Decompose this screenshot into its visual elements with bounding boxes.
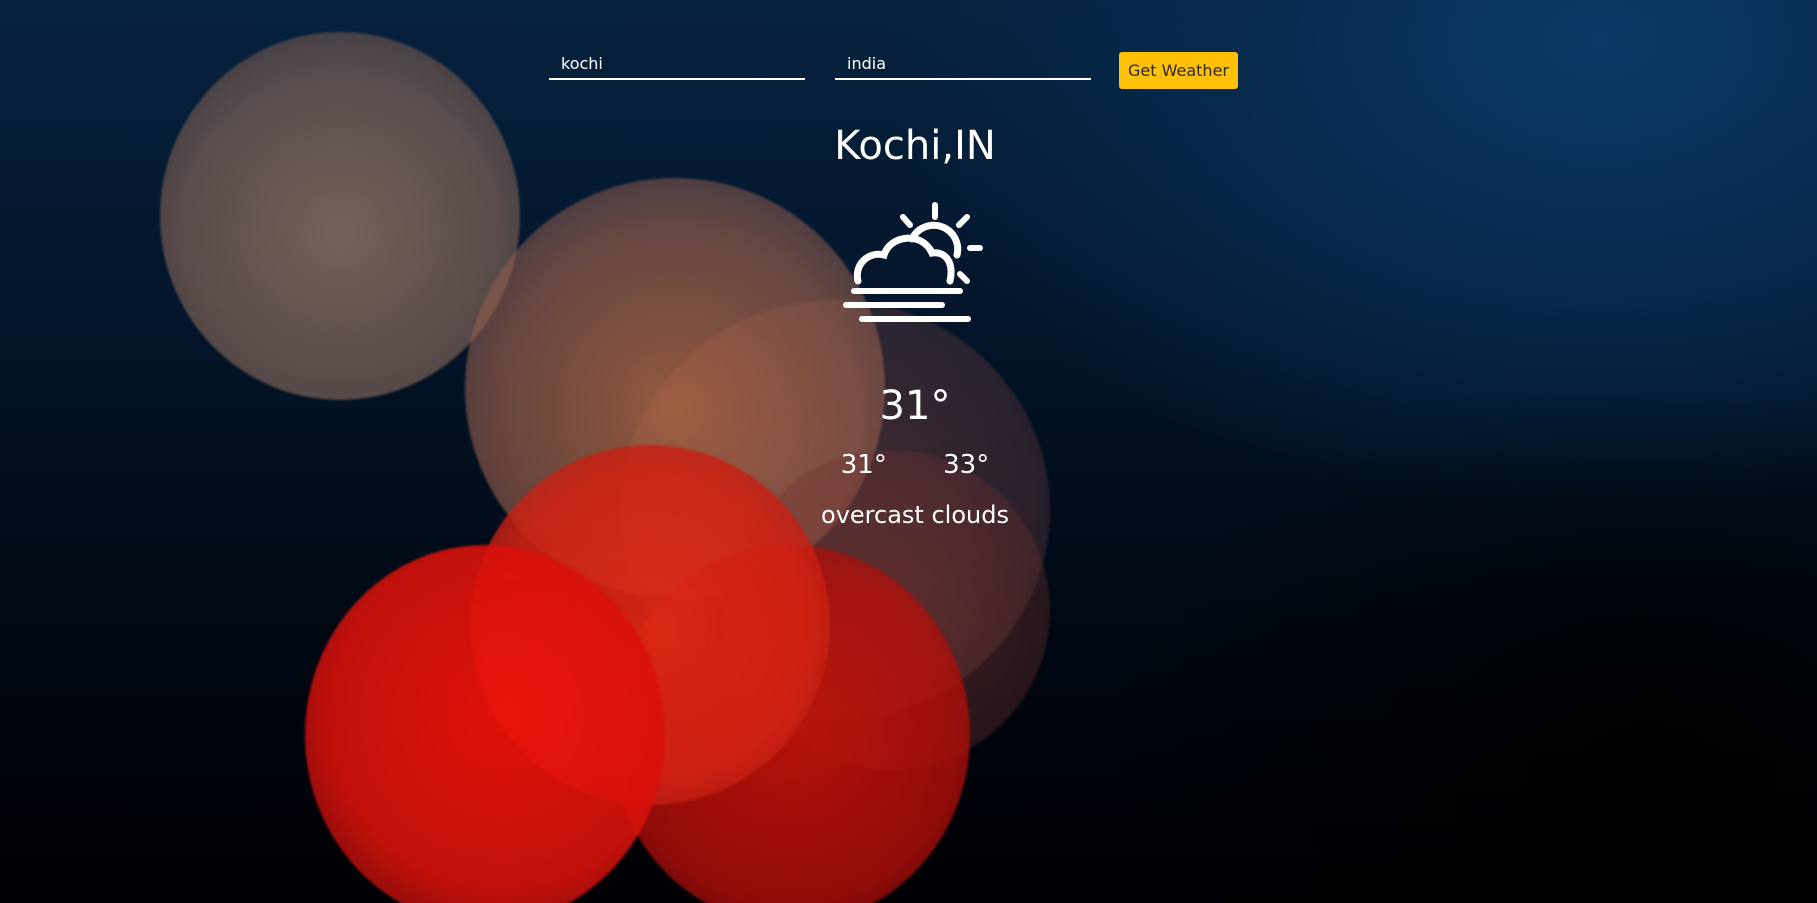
temperature-range: 31° 33° (715, 450, 1115, 480)
country-input[interactable] (835, 48, 1091, 80)
min-temperature: 31° (840, 450, 887, 480)
weather-search-form: Get Weather (549, 48, 1289, 89)
get-weather-button[interactable]: Get Weather (1119, 52, 1238, 89)
fog-sun-icon (843, 202, 983, 322)
current-temperature: 31° (879, 383, 951, 429)
weather-description: overcast clouds (821, 501, 1009, 529)
weather-card: Kochi,IN 31° 31° 33° overcast clouds (715, 115, 1115, 530)
max-temperature: 33° (943, 450, 990, 480)
location-title: Kochi,IN (834, 123, 996, 169)
city-input[interactable] (549, 48, 805, 80)
